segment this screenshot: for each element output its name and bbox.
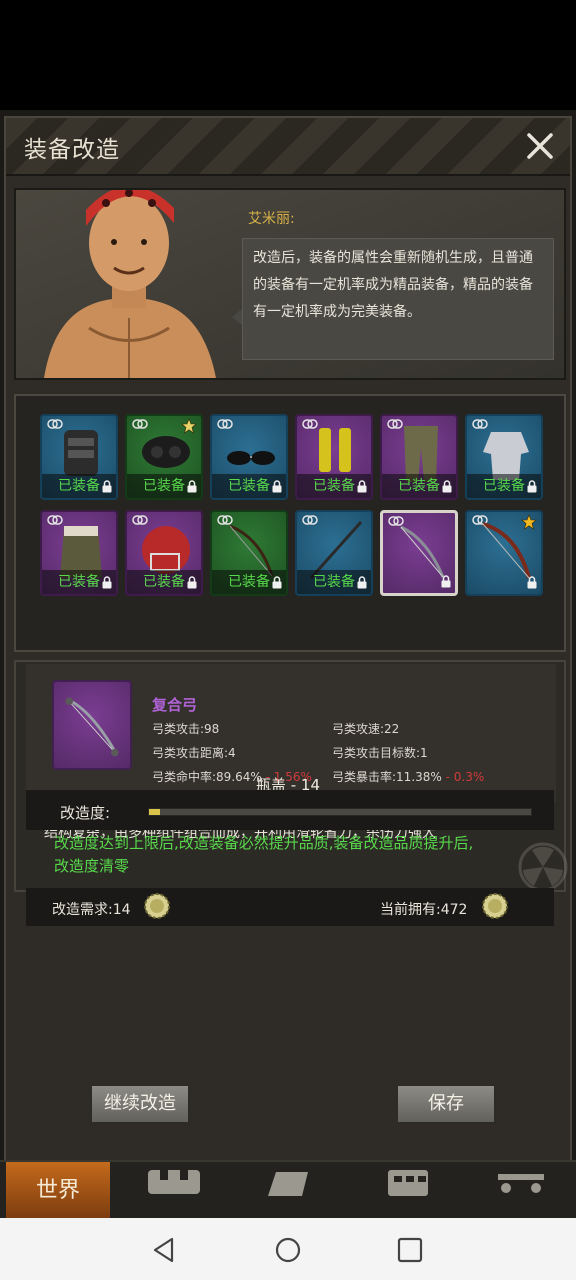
game-bottom-nav: 世界: [0, 1160, 576, 1220]
equipment-slot[interactable]: 已装备: [125, 510, 203, 596]
equipment-slot[interactable]: 已装备: [295, 510, 373, 596]
star-icon: [521, 514, 537, 530]
modify-equipment-dialog: 装备改造 艾米丽: 改造后，装备的属性会重新随机生成，且普通的装备有一定机率成为…: [4, 116, 572, 1166]
lock-icon: [527, 576, 537, 589]
stat-attack-range: 弓类攻击距离:4: [152, 746, 236, 760]
modify-progress-bar: [148, 808, 532, 816]
currently-owned: 当前拥有:472: [380, 902, 468, 918]
save-button[interactable]: 保存: [396, 1084, 496, 1124]
back-icon[interactable]: [150, 1236, 178, 1264]
stat-target-count: 弓类攻击目标数:1: [332, 746, 428, 760]
cost-strip: 改造需求:14 当前拥有:472: [26, 888, 554, 926]
stat-attack: 弓类攻击:98: [152, 722, 220, 736]
nav-tab-world[interactable]: 世界: [6, 1162, 110, 1220]
item-name: 复合弓: [152, 696, 198, 714]
equipment-slot[interactable]: 已装备: [380, 414, 458, 500]
backpack-icon[interactable]: [146, 1168, 202, 1198]
star-icon: [181, 418, 197, 434]
progress-fill: [149, 809, 161, 815]
npc-name: 艾米丽:: [248, 211, 295, 227]
modify-progress-strip: 改造度:: [26, 790, 554, 830]
lock-icon: [102, 576, 112, 589]
npc-dialog-box: 艾米丽: 改造后，装备的属性会重新随机生成，且普通的装备有一定机率成为精品装备，…: [14, 188, 566, 380]
selected-item-icon: [52, 680, 132, 770]
system-nav-bar: [0, 1218, 576, 1280]
recents-icon[interactable]: [396, 1236, 424, 1264]
compound-bow-icon: [65, 697, 119, 757]
equipment-slot[interactable]: 已装备: [40, 510, 118, 596]
npc-portrait: [44, 190, 216, 378]
equipment-slot[interactable]: 已装备: [210, 414, 288, 500]
equipment-slot[interactable]: 已装备: [295, 414, 373, 500]
cart-icon[interactable]: [494, 1168, 550, 1198]
lock-icon: [187, 480, 197, 493]
continue-modify-button[interactable]: 继续改造: [90, 1084, 190, 1124]
stat-attack-speed: 弓类攻速:22: [332, 722, 400, 736]
lock-icon: [272, 576, 282, 589]
equipment-slot[interactable]: 已装备: [210, 510, 288, 596]
screen: 装备改造 艾米丽: 改造后，装备的属性会重新随机生成，且普通的装备有一定机率成为…: [0, 0, 576, 1280]
lock-icon: [441, 575, 451, 588]
close-icon[interactable]: [520, 126, 560, 166]
lock-icon: [527, 480, 537, 493]
bottle-cap-icon: [482, 893, 508, 919]
progress-label: 改造度:: [60, 804, 111, 822]
lock-icon: [357, 480, 367, 493]
modify-hint: 改造度达到上限后,改造装备必然提升品质,装备改造品质提升后,改造度清零: [54, 834, 474, 875]
home-icon[interactable]: [274, 1236, 302, 1264]
equipment-grid: 已装备 已装备 已装备 已装备 已装备 已装备 已装备 已装备 已装备 已装备: [14, 394, 566, 652]
dialog-title: 装备改造: [24, 137, 120, 163]
equipment-slot[interactable]: [465, 510, 543, 596]
npc-speech: 改造后，装备的属性会重新随机生成，且普通的装备有一定机率成为精品装备，精品的装备…: [242, 238, 554, 360]
lock-icon: [187, 576, 197, 589]
equipment-slot[interactable]: 已装备: [125, 414, 203, 500]
bottle-cap-icon: [144, 893, 170, 919]
lock-icon: [357, 576, 367, 589]
build-icon[interactable]: [382, 1168, 438, 1198]
dialog-header: 装备改造: [6, 118, 570, 176]
lock-icon: [442, 480, 452, 493]
character-icon[interactable]: [262, 1168, 318, 1198]
compound-bow-icon: [400, 525, 445, 578]
lock-icon: [102, 480, 112, 493]
equipment-slot[interactable]: 已装备: [465, 414, 543, 500]
equipment-slot[interactable]: 已装备: [40, 414, 118, 500]
radiation-icon: [518, 842, 568, 892]
cost-required: 改造需求:14: [52, 902, 131, 918]
lock-icon: [272, 480, 282, 493]
equipment-slot[interactable]: [380, 510, 458, 596]
